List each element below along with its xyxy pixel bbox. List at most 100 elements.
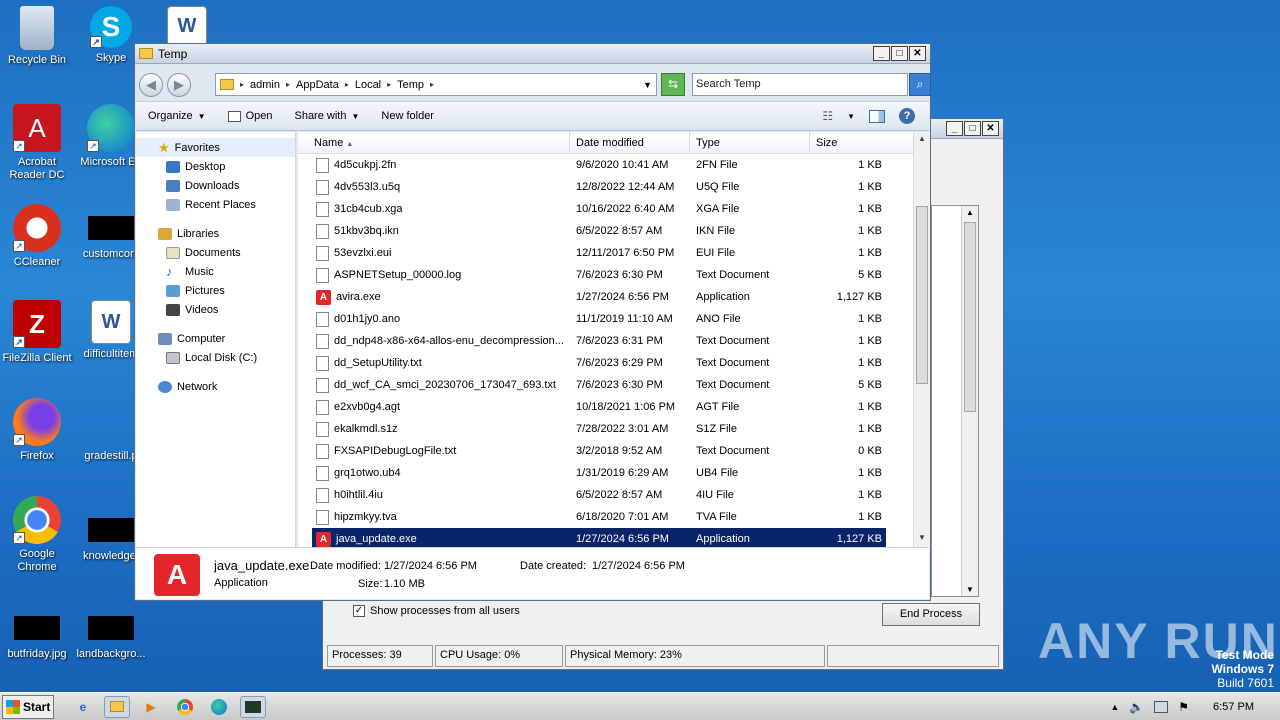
back-button[interactable]: ◀: [139, 73, 163, 97]
file-name-cell[interactable]: FXSAPIDebugLogFile.txt: [312, 443, 570, 459]
nav-network[interactable]: Network: [136, 377, 295, 396]
nav-pictures[interactable]: Pictures: [136, 281, 295, 300]
file-name-cell[interactable]: 51kbv3bq.ikn: [312, 223, 570, 239]
file-name-cell[interactable]: 4dv553l3.u5q: [312, 179, 570, 195]
breadcrumb-local[interactable]: Local: [355, 79, 381, 91]
chevron-right-icon[interactable]: ▸: [387, 80, 391, 89]
file-row[interactable]: d01h1jy0.ano 11/1/2019 11:10 AM ANO File 1 …: [312, 308, 886, 330]
file-name-cell[interactable]: h0ihtlil.4iu: [312, 487, 570, 503]
task-manager-taskbar-icon[interactable]: [240, 695, 266, 718]
chevron-right-icon[interactable]: ▸: [240, 80, 244, 89]
column-name[interactable]: Name ▲: [298, 132, 570, 153]
file-name-cell[interactable]: 4d5cukpj.2fn: [312, 157, 570, 173]
file-row[interactable]: 4d5cukpj.2fn 9/6/2020 10:41 AM 2FN File 1 K…: [312, 154, 886, 176]
chevron-right-icon[interactable]: ▸: [286, 80, 290, 89]
file-name-cell[interactable]: Ajava_update.exe: [312, 531, 570, 547]
clock[interactable]: 6:57 PM: [1213, 701, 1254, 713]
process-list-scrollbar[interactable]: ▼ ▲: [961, 206, 978, 596]
new-folder-button[interactable]: New folder: [381, 110, 434, 122]
ie-icon[interactable]: e: [70, 696, 96, 718]
file-name-cell[interactable]: Aavira.exe: [312, 289, 570, 305]
help-icon[interactable]: ?: [899, 108, 915, 124]
media-player-icon[interactable]: ▶: [138, 696, 164, 718]
file-row[interactable]: ekalkmdl.s1z 7/28/2022 3:01 AM S1Z File 1 K…: [312, 418, 886, 440]
show-all-processes-checkbox[interactable]: ✓ Show processes from all users: [353, 605, 520, 617]
column-size[interactable]: Size: [810, 132, 914, 153]
file-name-cell[interactable]: ekalkmdl.s1z: [312, 421, 570, 437]
file-row[interactable]: h0ihtlil.4iu 6/5/2022 8:57 AM 4IU File 1 KB: [312, 484, 886, 506]
nav-documents[interactable]: Documents: [136, 243, 295, 262]
breadcrumb-admin[interactable]: admin: [250, 79, 280, 91]
network-tray-icon[interactable]: [1154, 701, 1169, 713]
share-with-menu[interactable]: Share with ▼: [294, 110, 359, 122]
maximize-button[interactable]: □: [964, 121, 981, 136]
explorer-window[interactable]: Temp _ □ ✕ ◀ ▶ ▸ admin ▸ AppData ▸ Local…: [134, 43, 931, 601]
minimize-button[interactable]: _: [873, 46, 890, 61]
process-list[interactable]: ▼ ▲: [931, 205, 979, 597]
file-row[interactable]: Ajava_update.exe 1/27/2024 6:56 PM Applica…: [312, 528, 886, 547]
desktop-icon-butfriday[interactable]: butfriday.jpg: [0, 604, 74, 661]
nav-local-disk[interactable]: Local Disk (C:): [136, 348, 295, 367]
search-icon[interactable]: ⌕: [909, 73, 931, 96]
desktop-icon-recycle-bin[interactable]: Recycle Bin: [0, 6, 74, 67]
scrollbar-thumb[interactable]: [916, 206, 928, 384]
speaker-icon[interactable]: 🔈: [1129, 700, 1144, 714]
flag-icon[interactable]: ⚑: [1178, 700, 1189, 714]
desktop-icon-firefox[interactable]: ↗ Firefox: [0, 398, 74, 463]
desktop-icon-ccleaner[interactable]: ↗ CCleaner: [0, 204, 74, 269]
chrome-taskbar-icon[interactable]: [172, 696, 198, 718]
forward-button[interactable]: ▶: [167, 73, 191, 97]
desktop-icon-acrobat[interactable]: A ↗ Acrobat Reader DC: [0, 104, 74, 182]
chevron-right-icon[interactable]: ▸: [430, 80, 434, 89]
file-row[interactable]: dd_wcf_CA_smci_20230706_173047_693.txt 7/…: [312, 374, 886, 396]
start-button[interactable]: Start: [2, 694, 54, 719]
file-row[interactable]: e2xvb0g4.agt 10/18/2021 1:06 PM AGT File 1 …: [312, 396, 886, 418]
breadcrumb-temp[interactable]: Temp: [397, 79, 424, 91]
file-row[interactable]: FXSAPIDebugLogFile.txt 3/2/2018 9:52 AM Te…: [312, 440, 886, 462]
explorer-taskbar-icon[interactable]: [104, 695, 130, 718]
refresh-button[interactable]: ⇆: [661, 73, 685, 96]
address-dropdown-icon[interactable]: ▼: [643, 80, 652, 90]
nav-favorites[interactable]: ★ Favorites: [136, 138, 295, 157]
breadcrumb[interactable]: ▸ admin ▸ AppData ▸ Local ▸ Temp ▸ ▼: [215, 73, 657, 96]
file-row[interactable]: 51kbv3bq.ikn 6/5/2022 8:57 AM IKN File 1 KB: [312, 220, 886, 242]
file-row[interactable]: grq1otwo.ub4 1/31/2019 6:29 AM UB4 File 1 K…: [312, 462, 886, 484]
maximize-button[interactable]: □: [891, 46, 908, 61]
search-input[interactable]: Search Temp: [692, 73, 908, 96]
end-process-button[interactable]: End Process: [882, 603, 980, 626]
file-row[interactable]: ASPNETSetup_00000.log 7/6/2023 6:30 PM Tex…: [312, 264, 886, 286]
file-name-cell[interactable]: hipzmkyy.tva: [312, 509, 570, 525]
organize-menu[interactable]: Organize ▼: [148, 110, 206, 122]
nav-libraries[interactable]: Libraries: [136, 224, 295, 243]
file-list-scrollbar[interactable]: ▲ ▼: [913, 132, 930, 547]
view-options-icon[interactable]: ☷: [822, 109, 833, 123]
file-row[interactable]: dd_SetupUtility.txt 7/6/2023 6:29 PM Text …: [312, 352, 886, 374]
desktop-icon-chrome[interactable]: ↗ Google Chrome: [0, 496, 74, 574]
tray-expand-icon[interactable]: ▲: [1110, 702, 1119, 712]
file-name-cell[interactable]: grq1otwo.ub4: [312, 465, 570, 481]
file-row[interactable]: hipzmkyy.tva 6/18/2020 7:01 AM TVA File 1 K…: [312, 506, 886, 528]
file-row[interactable]: dd_ndp48-x86-x64-allos-enu_decompression…: [312, 330, 886, 352]
explorer-titlebar[interactable]: Temp _ □ ✕: [135, 44, 930, 64]
file-name-cell[interactable]: 31cb4cub.xga: [312, 201, 570, 217]
preview-pane-icon[interactable]: [869, 109, 885, 123]
file-name-cell[interactable]: e2xvb0g4.agt: [312, 399, 570, 415]
file-row[interactable]: Aavira.exe 1/27/2024 6:56 PM Application 1,…: [312, 286, 886, 308]
nav-desktop[interactable]: Desktop: [136, 157, 295, 176]
file-row[interactable]: 31cb4cub.xga 10/16/2022 6:40 AM XGA File 1 …: [312, 198, 886, 220]
close-button[interactable]: ✕: [982, 121, 999, 136]
column-date-modified[interactable]: Date modified: [570, 132, 690, 153]
scroll-down-icon[interactable]: ▼: [916, 533, 928, 545]
nav-recent-places[interactable]: Recent Places: [136, 195, 295, 214]
file-row[interactable]: 4dv553l3.u5q 12/8/2022 12:44 AM U5Q File 1 …: [312, 176, 886, 198]
chevron-right-icon[interactable]: ▸: [345, 80, 349, 89]
file-name-cell[interactable]: dd_SetupUtility.txt: [312, 355, 570, 371]
close-button[interactable]: ✕: [909, 46, 926, 61]
nav-computer[interactable]: Computer: [136, 329, 295, 348]
scroll-up-icon[interactable]: ▲: [916, 134, 928, 146]
nav-videos[interactable]: Videos: [136, 300, 295, 319]
desktop-icon-landbackground[interactable]: landbackgro...: [74, 604, 148, 661]
nav-music[interactable]: ♪ Music: [136, 262, 295, 281]
file-row[interactable]: 53evzlxi.eui 12/11/2017 6:50 PM EUI File 1 …: [312, 242, 886, 264]
file-name-cell[interactable]: dd_wcf_CA_smci_20230706_173047_693.txt: [312, 377, 570, 393]
